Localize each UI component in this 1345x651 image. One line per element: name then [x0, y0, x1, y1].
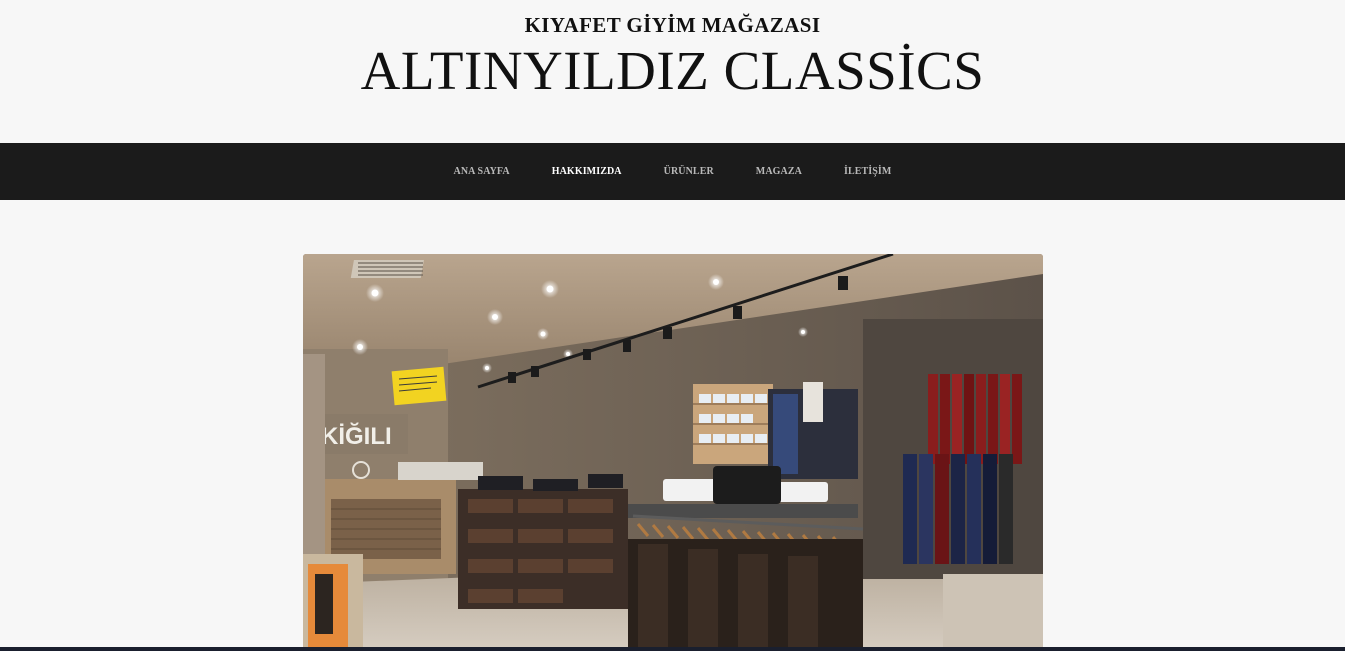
nav-item-contact[interactable]: İLETİŞİM	[844, 166, 892, 177]
site-subtitle: KIYAFET GİYİM MAĞAZASI	[524, 13, 821, 37]
nav-item-about[interactable]: HAKKIMIZDA	[552, 166, 622, 177]
hero-store-image: KİĞILI	[303, 254, 1043, 651]
nav-item-store[interactable]: MAGAZA	[756, 166, 802, 177]
nav-item-products[interactable]: ÜRÜNLER	[664, 166, 714, 177]
bottom-strip	[0, 647, 1345, 651]
store-sign: KİĞILI	[321, 422, 392, 450]
main-nav: ANA SAYFA HAKKIMIZDA ÜRÜNLER MAGAZA İLET…	[0, 143, 1345, 200]
nav-item-home[interactable]: ANA SAYFA	[454, 166, 510, 177]
site-header: KIYAFET GİYİM MAĞAZASI ALTINYILDIZ CLASS…	[0, 0, 1345, 143]
nav-list: ANA SAYFA HAKKIMIZDA ÜRÜNLER MAGAZA İLET…	[0, 143, 1345, 200]
store-interior-illustration: KİĞILI	[303, 254, 1043, 651]
site-title[interactable]: ALTINYILDIZ CLASSİCS	[0, 39, 1345, 102]
